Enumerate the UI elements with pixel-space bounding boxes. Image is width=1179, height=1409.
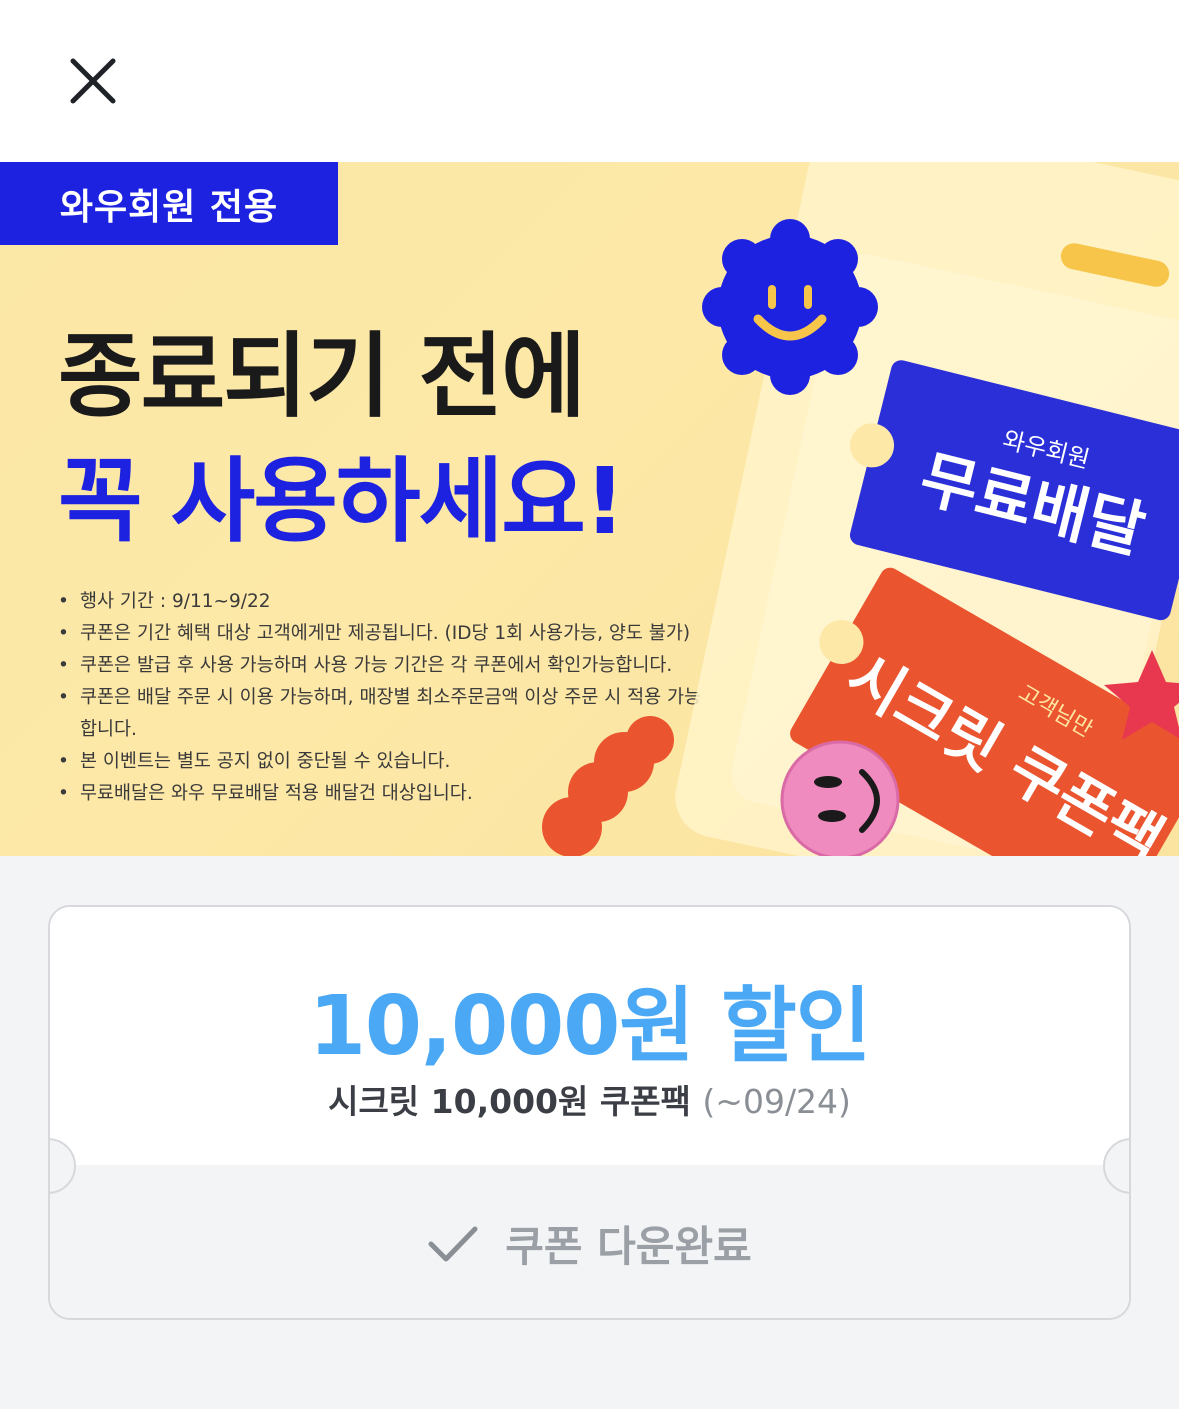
close-button[interactable]: [60, 48, 126, 114]
promo-banner: 와우회원 전용 종료되기 전에 꼭 사용하세요! 행사 기간 : 9/11~9/…: [0, 162, 1179, 856]
smiley-flower-icon: [702, 219, 878, 395]
pink-smiley-icon: [780, 740, 900, 856]
coupon-pack-illustration: 와우회원 무료배달 고객님만 시크릿 쿠폰팩: [542, 162, 1179, 856]
top-bar: [0, 0, 1179, 162]
coupon-info: 10,000원 할인 시크릿 10,000원 쿠폰팩 (~09/24): [50, 907, 1129, 1165]
download-complete-label: 쿠폰 다운완료: [505, 1222, 752, 1271]
coupon-period: (~09/24): [702, 1082, 851, 1121]
coupon-download-status-button[interactable]: 쿠폰 다운완료: [50, 1165, 1129, 1318]
orange-dot: [626, 716, 674, 764]
coupon-subtitle: 시크릿 10,000원 쿠폰팩 (~09/24): [50, 1075, 1129, 1123]
coupon-card: 10,000원 할인 시크릿 10,000원 쿠폰팩 (~09/24) 쿠폰 다…: [48, 905, 1131, 1320]
discount-amount: 10,000원 할인: [308, 979, 871, 1074]
headline-line-1: 종료되기 전에: [58, 323, 586, 430]
checkmark-icon: [428, 1226, 478, 1261]
coupon-name: 시크릿 10,000원 쿠폰팩: [328, 1082, 691, 1121]
member-only-tag: 와우회원 전용: [0, 162, 338, 245]
close-icon: [70, 58, 116, 104]
